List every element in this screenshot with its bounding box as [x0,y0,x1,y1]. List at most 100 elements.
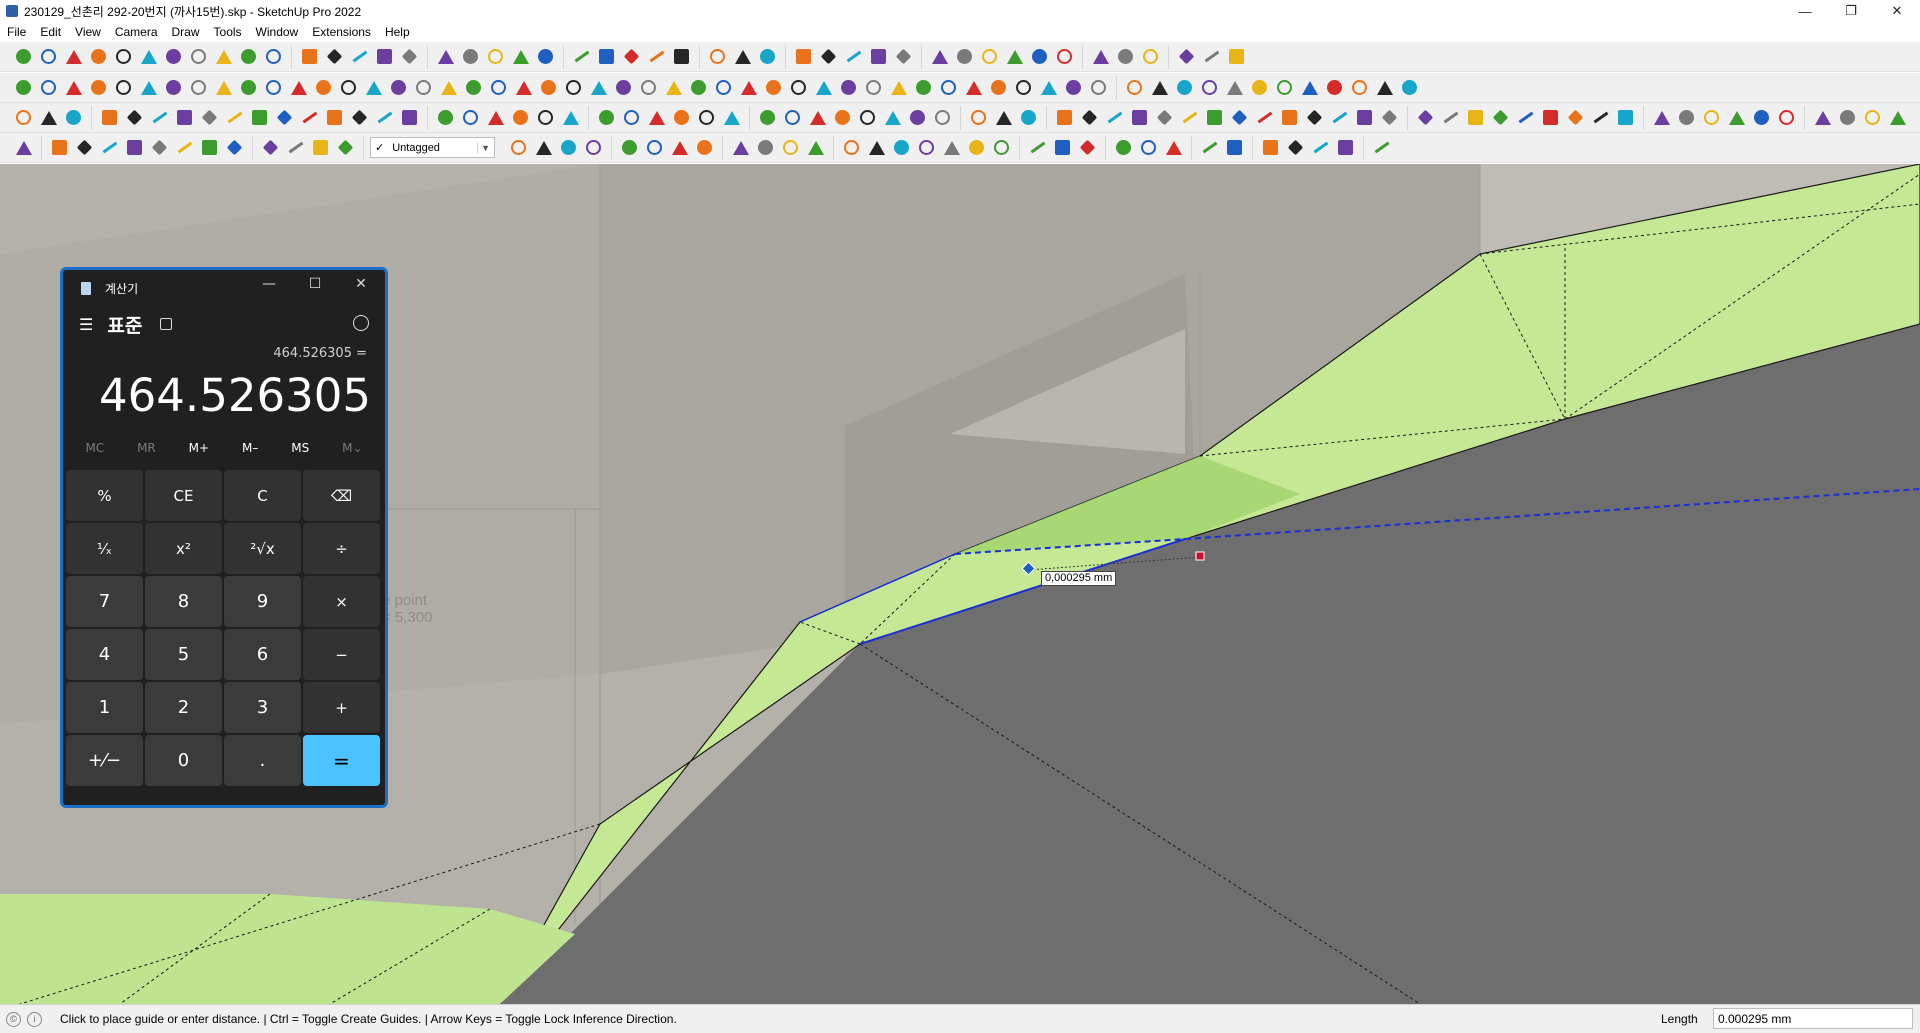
toolbar-tool-icon[interactable] [988,77,1009,98]
toolbar-tool-icon[interactable] [838,77,859,98]
toolbar-tool-icon[interactable] [1027,137,1048,158]
negate-key[interactable]: +⁄− [66,735,143,786]
toolbar-tool-icon[interactable] [38,107,59,128]
toolbar-tool-icon[interactable] [535,107,556,128]
digit-6-key[interactable]: 6 [224,629,301,680]
toolbar-tool-icon[interactable] [1490,107,1511,128]
toolbar-tool-icon[interactable] [1052,137,1073,158]
toolbar-tool-icon[interactable] [199,107,220,128]
toolbar-tool-icon[interactable] [1465,107,1486,128]
toolbar-tool-icon[interactable] [13,137,34,158]
backspace-key[interactable]: ⌫ [303,470,380,521]
toolbar-tool-icon[interactable] [485,107,506,128]
toolbar-tool-icon[interactable] [979,46,1000,67]
toolbar-tool-icon[interactable] [1324,77,1345,98]
toolbar-tool-icon[interactable] [13,77,34,98]
toolbar-tool-icon[interactable] [882,107,903,128]
toolbar-tool-icon[interactable] [238,77,259,98]
toolbar-tool-icon[interactable] [349,107,370,128]
toolbar-tool-icon[interactable] [888,77,909,98]
toolbar-tool-icon[interactable] [732,46,753,67]
toolbar-tool-icon[interactable] [285,137,306,158]
toolbar-tool-icon[interactable] [793,46,814,67]
toolbar-tool-icon[interactable] [1199,137,1220,158]
toolbar-tool-icon[interactable] [866,137,887,158]
toolbar-tool-icon[interactable] [588,77,609,98]
toolbar-tool-icon[interactable] [299,46,320,67]
toolbar-tool-icon[interactable] [1440,107,1461,128]
digit-8-key[interactable]: 8 [145,576,222,627]
toolbar-tool-icon[interactable] [63,46,84,67]
digit-2-key[interactable]: 2 [145,682,222,733]
info-icon[interactable]: i [27,1011,42,1027]
menu-window[interactable]: Window [249,25,306,39]
menu-file[interactable]: File [0,25,33,39]
toolbar-tool-icon[interactable] [929,46,950,67]
toolbar-tool-icon[interactable] [1029,46,1050,67]
toolbar-tool-icon[interactable] [1054,46,1075,67]
toolbar-tool-icon[interactable] [513,77,534,98]
menu-draw[interactable]: Draw [165,25,207,39]
toolbar-tool-icon[interactable] [1229,107,1250,128]
toolbar-tool-icon[interactable] [113,46,134,67]
toolbar-tool-icon[interactable] [1149,77,1170,98]
toolbar-tool-icon[interactable] [571,46,592,67]
menu-camera[interactable]: Camera [108,25,165,39]
toolbar-tool-icon[interactable] [1415,107,1436,128]
toolbar-tool-icon[interactable] [338,77,359,98]
toolbar-tool-icon[interactable] [755,137,776,158]
toolbar-tool-icon[interactable] [399,46,420,67]
toolbar-tool-icon[interactable] [721,107,742,128]
toolbar-tool-icon[interactable] [1063,77,1084,98]
toolbar-tool-icon[interactable] [1018,107,1039,128]
toolbar-tool-icon[interactable] [843,46,864,67]
toolbar-tool-icon[interactable] [841,137,862,158]
close-button[interactable]: ✕ [1874,0,1920,22]
toolbar-tool-icon[interactable] [274,107,295,128]
minimize-button[interactable]: — [1782,0,1828,22]
toolbar-tool-icon[interactable] [913,77,934,98]
toolbar-tool-icon[interactable] [188,46,209,67]
digit-7-key[interactable]: 7 [66,576,143,627]
equals-key[interactable]: = [303,735,380,786]
toolbar-tool-icon[interactable] [533,137,554,158]
memory-recall-button[interactable]: MR [137,441,156,455]
toolbar-tool-icon[interactable] [1054,107,1075,128]
toolbar-tool-icon[interactable] [619,137,640,158]
toolbar-tool-icon[interactable] [1349,77,1370,98]
calculator-close-button[interactable]: ✕ [341,276,381,292]
toolbar-tool-icon[interactable] [13,46,34,67]
toolbar-tool-icon[interactable] [38,77,59,98]
toolbar-tool-icon[interactable] [857,107,878,128]
toolbar-tool-icon[interactable] [1204,107,1225,128]
toolbar-tool-icon[interactable] [782,107,803,128]
toolbar-tool-icon[interactable] [730,137,751,158]
toolbar-tool-icon[interactable] [1285,137,1306,158]
toolbar-tool-icon[interactable] [485,46,506,67]
toolbar-tool-icon[interactable] [1201,46,1222,67]
toolbar-tool-icon[interactable] [163,46,184,67]
toolbar-tool-icon[interactable] [941,137,962,158]
toolbar-tool-icon[interactable] [263,77,284,98]
square-key[interactable]: x² [145,523,222,574]
toolbar-tool-icon[interactable] [757,46,778,67]
toolbar-tool-icon[interactable] [324,107,345,128]
toolbar-tool-icon[interactable] [1140,46,1161,67]
toolbar-tool-icon[interactable] [213,46,234,67]
toolbar-tool-icon[interactable] [560,107,581,128]
toolbar-tool-icon[interactable] [954,46,975,67]
toolbar-tool-icon[interactable] [713,77,734,98]
toolbar-tool-icon[interactable] [1199,77,1220,98]
toolbar-tool-icon[interactable] [460,46,481,67]
toolbar-tool-icon[interactable] [324,46,345,67]
toolbar-tool-icon[interactable] [374,46,395,67]
toolbar-tool-icon[interactable] [63,107,84,128]
toolbar-tool-icon[interactable] [1540,107,1561,128]
toolbar-tool-icon[interactable] [613,77,634,98]
toolbar-tool-icon[interactable] [966,137,987,158]
toolbar-tool-icon[interactable] [199,137,220,158]
toolbar-tool-icon[interactable] [174,107,195,128]
menu-tools[interactable]: Tools [207,25,249,39]
toolbar-tool-icon[interactable] [1701,107,1722,128]
toolbar-tool-icon[interactable] [1104,107,1125,128]
